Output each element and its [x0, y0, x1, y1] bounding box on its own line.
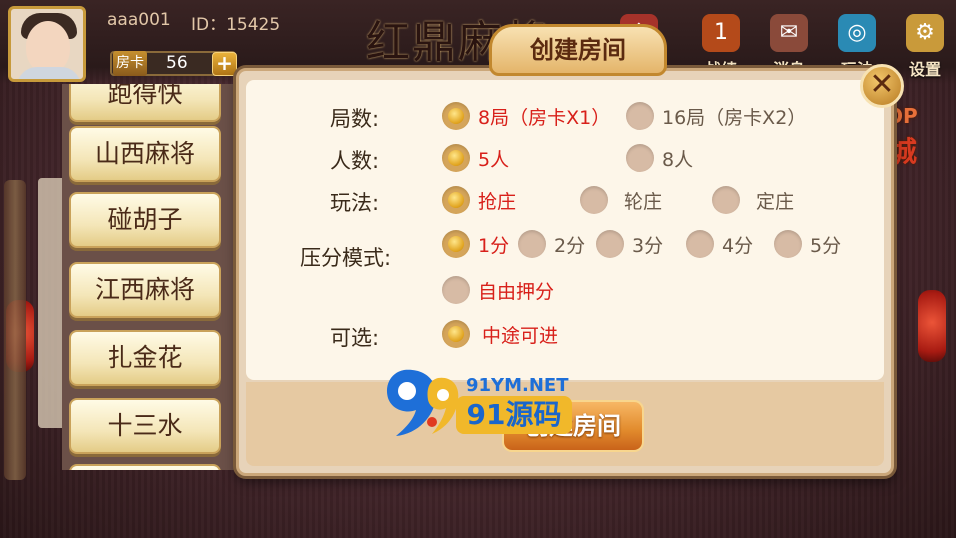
- username: aaa001: [107, 10, 171, 30]
- checkbox-selected-icon: [442, 320, 470, 348]
- rounds-label: 局数:: [330, 107, 380, 131]
- watermark-logo-icon: [386, 369, 459, 436]
- close-button[interactable]: ✕: [860, 64, 904, 108]
- radio-icon: [712, 186, 740, 214]
- players-label: 人数:: [330, 149, 380, 173]
- game-item-zhajinhua[interactable]: 扎金花: [69, 330, 221, 386]
- game-item-penghuzi[interactable]: 碰胡子: [69, 192, 221, 248]
- radio-icon: [442, 276, 470, 304]
- room-card-count: 56: [166, 53, 188, 73]
- option-label: 自由押分: [478, 281, 555, 303]
- game-item-shanxi-mahjong[interactable]: 山西麻将: [69, 126, 221, 182]
- radio-icon: [626, 102, 654, 130]
- radio-selected-icon: [442, 144, 470, 172]
- user-id: ID：15425: [191, 15, 281, 35]
- game-list[interactable]: 跑得快 山西麻将 碰胡子 江西麻将 扎金花 十三水: [62, 84, 238, 470]
- option-label: 定庄: [756, 191, 795, 213]
- option-label: 抢庄: [478, 191, 517, 213]
- radio-icon: [580, 186, 608, 214]
- watermark-name: 91源码: [456, 396, 572, 434]
- record-icon: 1: [702, 14, 740, 52]
- radio-icon: [596, 230, 624, 258]
- right-lantern: [918, 290, 946, 362]
- option-label: 8局（房卡X1）: [478, 107, 611, 129]
- radio-icon: [686, 230, 714, 258]
- option-label: 3分: [632, 235, 664, 257]
- option-label: 2分: [554, 235, 586, 257]
- radio-icon: [518, 230, 546, 258]
- bet-mode-label: 压分模式:: [300, 246, 392, 270]
- rules-icon: ◎: [838, 14, 876, 52]
- option-label: 5人: [478, 149, 510, 171]
- avatar-body: [17, 67, 81, 79]
- watermark-url: 91YM.NET: [466, 375, 569, 396]
- dialog-title: 创建房间: [489, 24, 667, 76]
- game-item-next[interactable]: [69, 464, 221, 470]
- radio-icon: [774, 230, 802, 258]
- radio-selected-icon: [442, 102, 470, 130]
- left-scroll-decor: [4, 180, 26, 480]
- avatar-face: [26, 21, 70, 73]
- add-card-button[interactable]: +: [212, 52, 237, 76]
- gear-icon: ⚙: [906, 14, 944, 52]
- option-label: 中途可进: [482, 325, 559, 347]
- avatar[interactable]: [8, 6, 86, 82]
- option-label: 轮庄: [624, 191, 663, 213]
- option-label: 4分: [722, 235, 754, 257]
- option-label: 16局（房卡X2）: [662, 107, 807, 129]
- radio-icon: [626, 144, 654, 172]
- room-card-label: 房卡: [113, 51, 147, 76]
- radio-selected-icon: [442, 186, 470, 214]
- mode-label: 玩法:: [330, 191, 380, 215]
- game-item-shisanshui[interactable]: 十三水: [69, 398, 221, 454]
- settings-button[interactable]: ⚙ 设置: [898, 14, 952, 80]
- optional-label: 可选:: [330, 326, 380, 350]
- game-item-jiangxi-mahjong[interactable]: 江西麻将: [69, 262, 221, 318]
- option-label: 8人: [662, 149, 694, 171]
- radio-selected-icon: [442, 230, 470, 258]
- settings-label: 设置: [908, 60, 941, 79]
- message-icon: ✉: [770, 14, 808, 52]
- game-item-paodekuai[interactable]: 跑得快: [69, 84, 221, 122]
- option-label: 1分: [478, 235, 510, 257]
- option-label: 5分: [810, 235, 842, 257]
